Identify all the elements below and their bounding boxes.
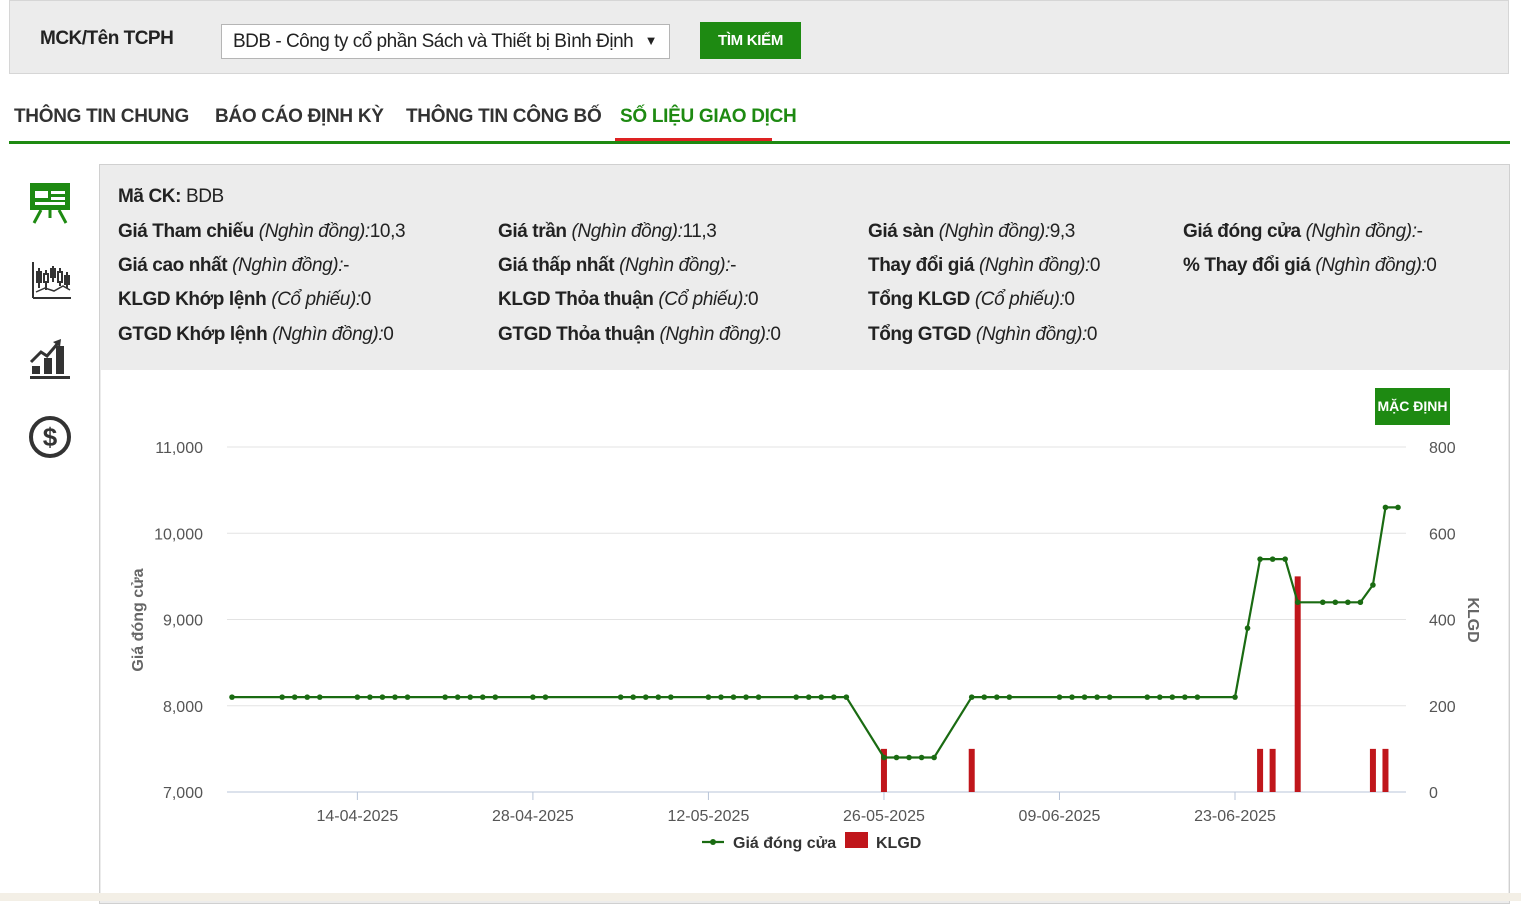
tab-disclosures[interactable]: THÔNG TIN CÔNG BỐ [406, 106, 602, 128]
info-pct-price-change: % Thay đổi giá (Nghìn đồng):0 [1183, 255, 1437, 277]
stock-code-label: MCK/Tên TCPH [40, 28, 174, 49]
info-unit: (Nghìn đồng): [1315, 255, 1427, 276]
info-unit: (Nghìn đồng): [938, 221, 1050, 242]
info-label: Giá Tham chiếu [118, 221, 254, 242]
tab-periodic-reports[interactable]: BÁO CÁO ĐỊNH KỲ [215, 106, 384, 128]
info-unit: (Nghìn đồng): [978, 255, 1090, 276]
info-unit: (Nghìn đồng): [232, 255, 344, 276]
dropdown-arrow-icon[interactable]: ▼ [645, 33, 658, 48]
info-unit: (Nghìn đồng): [272, 324, 384, 345]
info-low-price: Giá thấp nhất (Nghìn đồng):- [498, 255, 736, 277]
info-label: KLGD Thỏa thuận [498, 289, 654, 310]
info-price-change: Thay đổi giá (Nghìn đồng):0 [868, 255, 1101, 277]
stock-select[interactable]: BDB - Công ty cổ phần Sách và Thiết bị B… [221, 24, 670, 59]
info-ref-price: Giá Tham chiếu (Nghìn đồng):10,3 [118, 221, 406, 243]
info-gtgd-matched: GTGD Khớp lệnh (Nghìn đồng):0 [118, 324, 394, 346]
info-value: 9,3 [1049, 221, 1076, 242]
info-label: Giá trần [498, 221, 567, 242]
stock-code-info: Mã CK: BDB [118, 186, 224, 207]
info-value: 0 [1089, 255, 1101, 276]
tab-trading-data[interactable]: SỐ LIỆU GIAO DỊCH [620, 106, 797, 128]
info-klgd-matched: KLGD Khớp lệnh (Cổ phiếu):0 [118, 289, 371, 311]
info-label: Thay đổi giá [868, 255, 975, 276]
info-klgd-negotiated: KLGD Thỏa thuận (Cổ phiếu):0 [498, 289, 759, 311]
info-value: 0 [747, 289, 759, 310]
candlestick-chart-icon[interactable] [27, 258, 73, 304]
info-unit: (Cổ phiếu): [974, 289, 1065, 310]
info-unit: (Nghìn đồng): [659, 324, 771, 345]
bottom-strip [0, 893, 1521, 901]
info-label: Giá sàn [868, 221, 934, 242]
bar-growth-chart-icon[interactable] [27, 336, 73, 382]
svg-text:$: $ [43, 422, 58, 452]
info-unit: (Cổ phiếu): [658, 289, 748, 310]
info-value: 10,3 [369, 221, 406, 242]
info-floor-price: Giá sàn (Nghìn đồng):9,3 [868, 221, 1075, 243]
info-high-price: Giá cao nhất (Nghìn đồng):- [118, 255, 349, 277]
info-value: - [1416, 221, 1423, 242]
info-ceiling-price: Giá trần (Nghìn đồng):11,3 [498, 221, 717, 243]
info-label: Tổng KLGD [868, 289, 970, 310]
info-unit: (Nghìn đồng): [571, 221, 683, 242]
info-unit: (Cổ phiếu): [271, 289, 361, 310]
info-value: 0 [1426, 255, 1437, 276]
info-label: Tổng GTGD [868, 324, 971, 345]
info-total-klgd: Tổng KLGD (Cổ phiếu):0 [868, 289, 1075, 311]
info-unit: (Nghìn đồng): [1305, 221, 1417, 242]
info-label: GTGD Khớp lệnh [118, 324, 268, 345]
info-value: 0 [1086, 324, 1098, 345]
tab-general-info[interactable]: THÔNG TIN CHUNG [14, 106, 189, 128]
info-value: 0 [383, 324, 394, 345]
presentation-board-icon[interactable] [27, 180, 73, 226]
info-unit: (Nghìn đồng): [619, 255, 731, 276]
chart-area [101, 370, 1508, 901]
info-label: % Thay đổi giá [1183, 255, 1311, 276]
info-value: 0 [770, 324, 781, 345]
search-bar: MCK/Tên TCPH BDB - Công ty cổ phần Sách … [9, 0, 1509, 74]
info-label: KLGD Khớp lệnh [118, 289, 267, 310]
stock-select-value: BDB - Công ty cổ phần Sách và Thiết bị B… [233, 31, 634, 52]
info-label: Giá cao nhất [118, 255, 228, 276]
info-value: 0 [360, 289, 372, 310]
info-label: Giá đóng cửa [1183, 221, 1301, 242]
main-tabs: THÔNG TIN CHUNG BÁO CÁO ĐỊNH KỲ THÔNG TI… [9, 96, 1510, 144]
search-button[interactable]: TÌM KIẾM [700, 22, 801, 59]
info-total-gtgd: Tổng GTGD (Nghìn đồng):0 [868, 324, 1097, 346]
active-tab-indicator [615, 138, 772, 141]
info-value: 0 [1064, 289, 1075, 310]
info-value: - [343, 255, 350, 276]
reset-default-button[interactable]: MẶC ĐỊNH [1375, 388, 1450, 425]
info-value: 11,3 [682, 221, 717, 242]
info-label: GTGD Thỏa thuận [498, 324, 655, 345]
info-unit: (Nghìn đồng): [258, 221, 370, 242]
dollar-coin-icon[interactable]: $ [27, 414, 73, 460]
info-value: - [730, 255, 737, 276]
info-gtgd-negotiated: GTGD Thỏa thuận (Nghìn đồng):0 [498, 324, 781, 346]
info-unit: (Nghìn đồng): [975, 324, 1087, 345]
info-close-price: Giá đóng cửa (Nghìn đồng):- [1183, 221, 1423, 243]
info-label: Giá thấp nhất [498, 255, 615, 276]
